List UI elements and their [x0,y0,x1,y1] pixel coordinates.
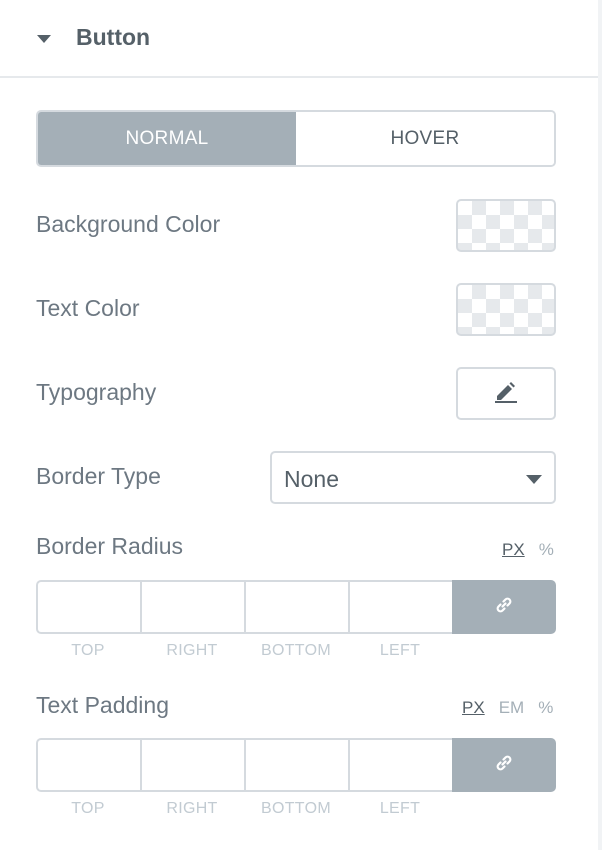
style-panel: Button NORMAL HOVER Background Color Tex… [0,0,598,850]
field-label-top: TOP [71,800,105,817]
typography-edit-button[interactable] [456,367,556,420]
text-padding-label: Text Padding [36,692,169,718]
background-color-label: Background Color [36,211,221,237]
section-header-button[interactable]: Button [0,0,598,78]
border-radius-dimensions [36,580,556,634]
section-title: Button [76,24,151,50]
text-padding-units: PX EM % [462,698,553,718]
field-label-left: LEFT [379,642,421,659]
transparent-swatch [464,207,548,244]
border-radius-bottom-input[interactable] [244,580,348,634]
chevron-down-icon [526,475,542,484]
tab-normal[interactable]: NORMAL [38,112,296,165]
text-padding-dimensions [36,738,556,792]
text-color-label: Text Color [36,295,140,321]
text-padding-link-button[interactable] [452,738,556,792]
text-padding-top-input[interactable] [36,738,140,792]
background-color-picker[interactable] [456,199,556,252]
unit-em[interactable]: EM [499,698,525,718]
border-radius-field-labels: TOP RIGHT BOTTOM LEFT [36,642,452,660]
border-radius-units: PX % [502,540,554,560]
unit-percent[interactable]: % [538,698,553,718]
border-radius-right-input[interactable] [140,580,244,634]
border-type-value: None [284,466,339,492]
scrollbar-track[interactable] [598,0,602,850]
border-radius-left-input[interactable] [348,580,452,634]
border-radius-link-button[interactable] [452,580,556,634]
border-radius-label: Border Radius [36,533,184,559]
field-label-left: LEFT [379,800,421,817]
state-tabs: NORMAL HOVER [36,110,556,167]
link-icon [494,753,514,778]
unit-px[interactable]: PX [502,540,525,560]
field-label-bottom: BOTTOM [261,800,331,817]
border-type-select[interactable]: None [270,451,556,504]
link-icon [494,595,514,620]
border-type-label: Border Type [36,463,161,489]
pencil-icon [493,378,519,409]
field-label-right: RIGHT [166,642,218,659]
text-padding-right-input[interactable] [140,738,244,792]
field-label-top: TOP [71,642,105,659]
field-label-right: RIGHT [166,800,218,817]
typography-label: Typography [36,379,157,405]
unit-percent[interactable]: % [539,540,554,560]
transparent-swatch [464,291,548,328]
field-label-bottom: BOTTOM [261,642,331,659]
tab-hover[interactable]: HOVER [296,112,554,165]
caret-down-icon[interactable] [37,35,51,43]
text-color-picker[interactable] [456,283,556,336]
text-padding-field-labels: TOP RIGHT BOTTOM LEFT [36,800,452,818]
text-padding-left-input[interactable] [348,738,452,792]
unit-px[interactable]: PX [462,698,485,718]
text-padding-bottom-input[interactable] [244,738,348,792]
border-radius-top-input[interactable] [36,580,140,634]
